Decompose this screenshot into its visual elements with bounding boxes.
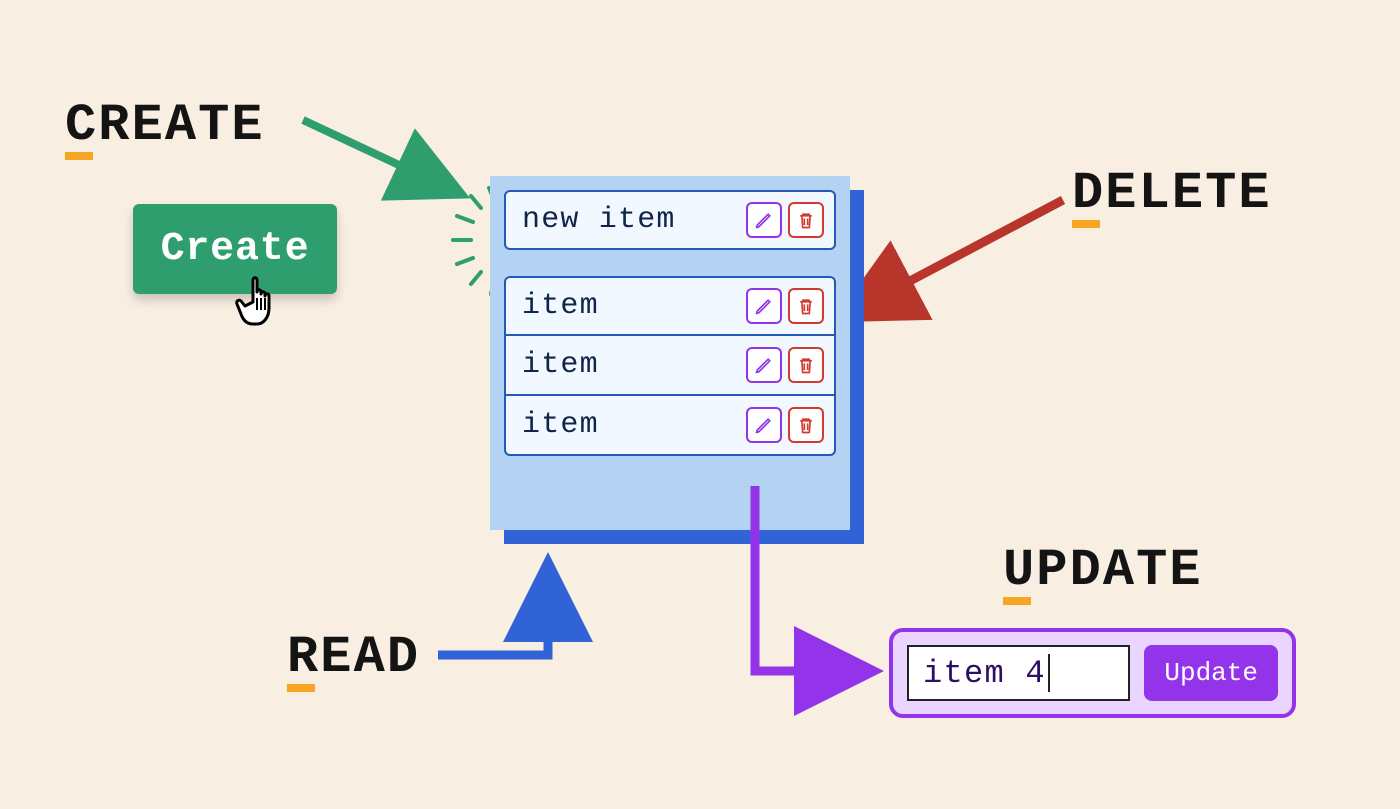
trash-icon	[796, 355, 816, 375]
list-stack: item item item	[504, 276, 836, 456]
trash-icon	[796, 210, 816, 230]
edit-button[interactable]	[746, 202, 782, 238]
heading-read-text: READ	[287, 628, 420, 687]
heading-underline	[65, 152, 93, 160]
text-caret	[1048, 654, 1051, 692]
heading-update: UPDATE	[1003, 545, 1203, 597]
pencil-icon	[754, 210, 774, 230]
arrow-read	[430, 543, 690, 713]
list-item: item	[504, 396, 836, 456]
delete-button[interactable]	[788, 407, 824, 443]
create-button-label: Create	[161, 227, 310, 272]
heading-delete: DELETE	[1072, 168, 1272, 220]
delete-button[interactable]	[788, 202, 824, 238]
pencil-icon	[754, 296, 774, 316]
list-item: item	[504, 336, 836, 396]
edit-button[interactable]	[746, 288, 782, 324]
heading-read: READ	[287, 632, 420, 684]
update-input[interactable]: item 4	[907, 645, 1130, 701]
pencil-icon	[754, 415, 774, 435]
list-item-label: item	[522, 289, 740, 323]
heading-underline	[1072, 220, 1100, 228]
update-input-value: item 4	[923, 655, 1046, 692]
list-panel: new item item	[490, 176, 850, 530]
heading-create: CREATE	[65, 100, 265, 152]
edit-button[interactable]	[746, 407, 782, 443]
delete-button[interactable]	[788, 347, 824, 383]
pencil-icon	[754, 355, 774, 375]
update-panel: item 4 Update	[889, 628, 1296, 718]
list-item-label: item	[522, 408, 740, 442]
heading-create-text: CREATE	[65, 96, 265, 155]
heading-update-text: UPDATE	[1003, 541, 1203, 600]
list-item-label: new item	[522, 203, 740, 237]
delete-button[interactable]	[788, 288, 824, 324]
diagram-canvas: CREATE READ UPDATE DELETE Create	[0, 0, 1400, 809]
list-item: item	[504, 276, 836, 336]
trash-icon	[796, 296, 816, 316]
pointer-cursor-icon	[235, 268, 291, 330]
arrow-create	[293, 100, 493, 220]
heading-underline	[1003, 597, 1031, 605]
list-item-new: new item	[504, 190, 836, 250]
trash-icon	[796, 415, 816, 435]
update-button-label: Update	[1164, 658, 1258, 688]
list-item-label: item	[522, 348, 740, 382]
edit-button[interactable]	[746, 347, 782, 383]
heading-underline	[287, 684, 315, 692]
update-button[interactable]: Update	[1144, 645, 1278, 701]
heading-delete-text: DELETE	[1072, 164, 1272, 223]
